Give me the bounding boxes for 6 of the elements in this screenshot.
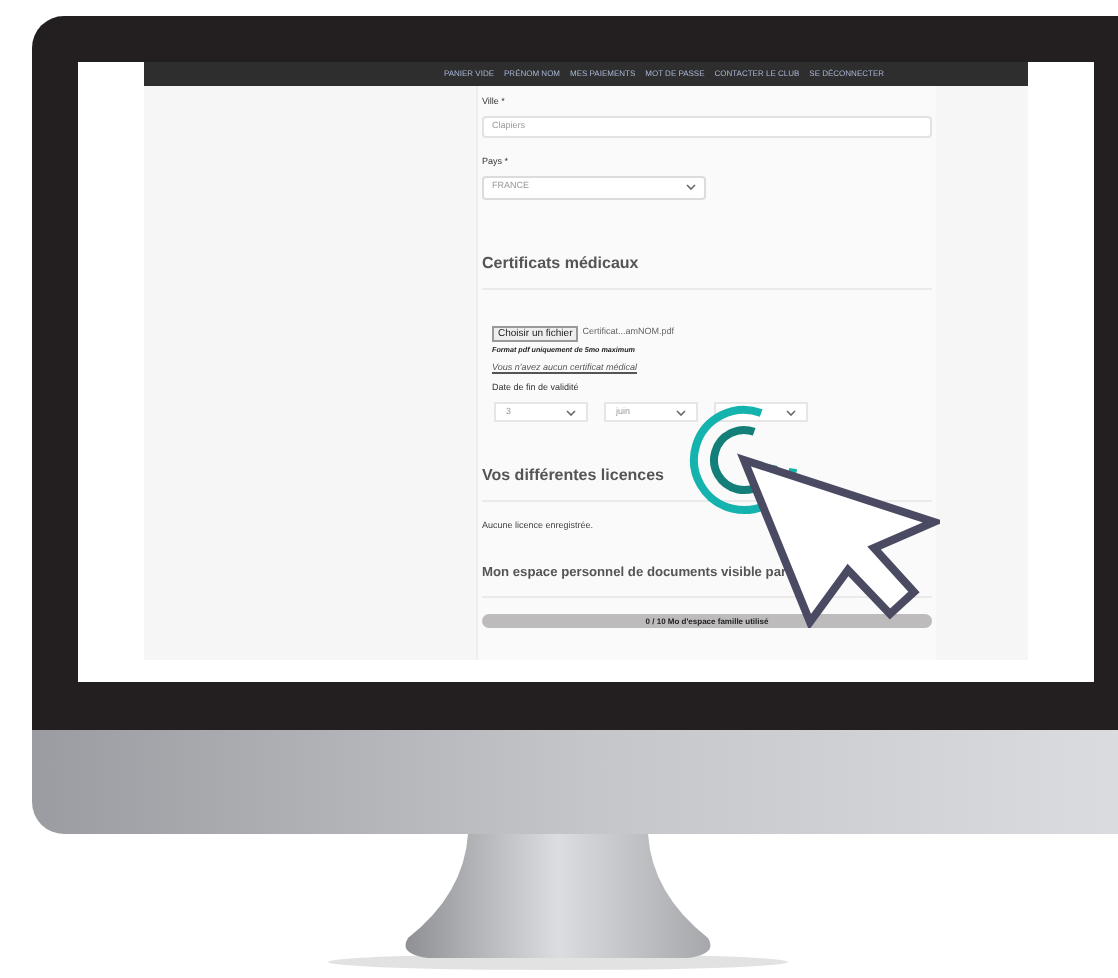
section-heading: Certificats médicaux [482,251,641,275]
section-heading: Vos différentes licences [482,464,666,489]
caret-icon [566,409,576,416]
caret-icon [786,409,796,416]
caret-icon [676,409,686,416]
caret-icon [686,184,696,190]
